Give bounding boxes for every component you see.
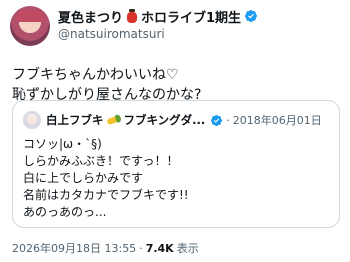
quoted-line: 名前はカタカナでフブキです!! — [23, 188, 189, 202]
tweet-timestamp[interactable]: 2026年09月18日 13:55 — [12, 240, 136, 256]
quoted-display-name: 白上フブキ — [46, 113, 104, 127]
views-label: 表示 — [176, 242, 199, 255]
quoted-line: 白に上でしらかみです — [23, 171, 144, 185]
quoted-line: コソッ|ω・`§) — [23, 137, 102, 151]
quoted-tweet-header: 白上フブキ フブキングダ... · 2018年06月01日 — [46, 110, 322, 130]
verified-badge-icon — [211, 114, 223, 126]
view-count: 7.4K — [145, 241, 174, 255]
author-avatar[interactable] — [10, 6, 50, 46]
lantern-icon — [126, 8, 138, 24]
quoted-org: フブキングダ... — [123, 113, 206, 127]
author-org[interactable]: ホロライブ1期生 — [141, 7, 241, 26]
quoted-date: 2018年06月01日 — [232, 114, 322, 127]
verified-badge-icon — [245, 10, 258, 22]
quoted-line: あのっあのっ... — [23, 205, 107, 219]
author-name-row[interactable]: 夏色まつり ホロライブ1期生 — [58, 6, 258, 26]
tweet-text: フブキちゃんかわいいね♡ 恥ずかしがり屋さんなのかな? — [12, 65, 201, 105]
tweet-meta: 2026年09月18日 13:55 · 7.4K 表示 — [12, 240, 199, 256]
separator-dot: · — [139, 241, 143, 255]
corn-icon — [105, 113, 122, 127]
quoted-line: しらかみふぶき！ですっ！！ — [23, 154, 179, 168]
tweet-line: フブキちゃんかわいいね♡ — [12, 67, 179, 83]
author-display-name[interactable]: 夏色まつり — [58, 7, 123, 26]
separator-dot: · — [226, 113, 230, 127]
quoted-tweet-card[interactable]: 白上フブキ フブキングダ... · 2018年06月01日 コソッ|ω・`§) … — [12, 100, 340, 228]
quoted-author-avatar — [23, 111, 41, 129]
quoted-tweet-text: コソッ|ω・`§) しらかみふぶき！ですっ！！ 白に上でしらかみです 名前はカタ… — [23, 136, 189, 221]
author-handle[interactable]: @natsuiromatsuri — [58, 27, 165, 41]
